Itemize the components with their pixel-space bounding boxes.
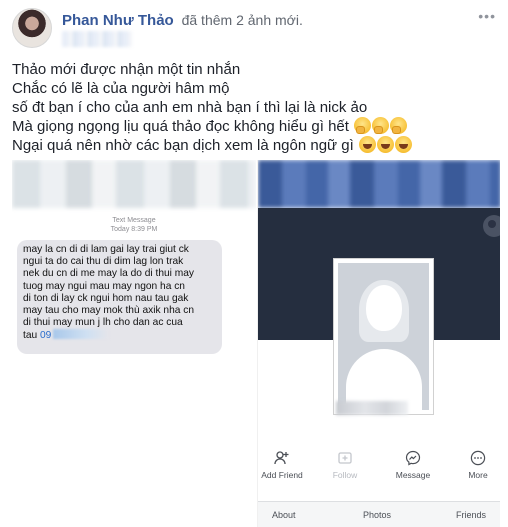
sms-last-line: tau 09 xyxy=(23,329,217,342)
post-action-text: đã thêm 2 ảnh mới. xyxy=(181,12,303,28)
sms-line: di thui may mun j lh cho dan ac cua xyxy=(23,317,183,329)
sms-last-prefix: tau xyxy=(23,330,38,342)
laughing-face-icon xyxy=(376,136,394,153)
more-options-icon[interactable]: ••• xyxy=(478,8,496,24)
tab-about[interactable]: About xyxy=(272,510,296,520)
sms-line: nek du cn di me may la do di thui may xyxy=(23,268,195,280)
sms-title: Text Message xyxy=(112,217,156,224)
sms-screenshot-photo[interactable]: Text Message Today 8:39 PM may la cn di … xyxy=(12,160,256,527)
phone-number-blur xyxy=(53,329,110,340)
camera-icon xyxy=(483,215,500,237)
messenger-icon xyxy=(405,450,421,466)
sms-line: ngui ta do cai thu di dim lag lon trak xyxy=(23,256,184,268)
author-line: Phan Như Thảo đã thêm 2 ảnh mới. xyxy=(62,12,303,29)
sms-bubble: may la cn di di lam gai lay trai giut ck… xyxy=(17,240,222,354)
thinking-face-icon xyxy=(354,117,372,134)
profile-actions: Add Friend Follow Message More xyxy=(258,450,500,495)
post-line-2: Chắc có lẽ là của người hâm mộ xyxy=(12,80,230,97)
follow-button[interactable]: Follow xyxy=(315,450,375,480)
thinking-face-icon xyxy=(372,117,390,134)
default-avatar-icon xyxy=(338,263,429,410)
post-photos: Text Message Today 8:39 PM may la cn di … xyxy=(0,160,508,527)
laughing-face-icon xyxy=(394,136,412,153)
follow-icon xyxy=(337,450,353,466)
more-label: More xyxy=(468,470,488,480)
sms-line: may la cn di di lam gai lay trai giut ck xyxy=(23,244,189,255)
add-friend-button[interactable]: Add Friend xyxy=(258,450,312,480)
profile-screenshot-photo[interactable]: Add Friend Follow Message More About Pho… xyxy=(257,160,500,527)
post-text: Thảo mới được nhận một tin nhắn Chắc có … xyxy=(12,60,498,155)
blurred-profile-name xyxy=(336,401,408,415)
sms-line: tuog may ngui mau may ngon ha cn xyxy=(23,280,185,292)
phone-number-link[interactable]: 09 xyxy=(40,330,51,341)
blurred-status-bar xyxy=(12,160,256,208)
message-label: Message xyxy=(395,470,431,480)
blurred-header-bar xyxy=(258,160,500,208)
laughing-face-icon xyxy=(358,136,376,153)
profile-picture-frame xyxy=(333,258,434,415)
post-line-1: Thảo mới được nhận một tin nhắn xyxy=(12,61,241,78)
message-button[interactable]: Message xyxy=(383,450,443,480)
more-icon xyxy=(470,450,486,466)
post-line-3: số đt bạn í cho của anh em nhà bạn í thì… xyxy=(12,99,368,116)
add-friend-icon xyxy=(274,450,290,466)
post-header: Phan Như Thảo đã thêm 2 ảnh mới. ••• xyxy=(0,0,508,55)
sms-line: may tau cho may mok thù axik nha cn xyxy=(23,305,195,317)
author-avatar[interactable] xyxy=(12,8,52,48)
post-line-5-text: Ngại quá nên nhờ các bạn dịch xem là ngô… xyxy=(12,137,354,154)
post-line-4: Mà giọng ngọng lịu quá thảo đọc không hi… xyxy=(12,117,498,136)
sms-line: di ton di lay ck ngui hom nau tau gak xyxy=(23,292,189,304)
author-name[interactable]: Phan Như Thảo xyxy=(62,12,174,29)
more-button[interactable]: More xyxy=(448,450,500,480)
add-friend-label: Add Friend xyxy=(261,470,303,480)
tab-friends[interactable]: Friends xyxy=(456,510,486,520)
sms-date: Today 8:39 PM xyxy=(110,226,158,233)
thinking-face-icon xyxy=(390,117,408,134)
blurred-timestamp xyxy=(62,31,132,47)
profile-tabs: About Photos Friends xyxy=(258,501,500,527)
tab-photos[interactable]: Photos xyxy=(363,510,391,520)
post-line-4-text: Mà giọng ngọng lịu quá thảo đọc không hi… xyxy=(12,118,349,135)
post-line-5: Ngại quá nên nhờ các bạn dịch xem là ngô… xyxy=(12,136,498,155)
follow-label: Follow xyxy=(332,470,358,480)
